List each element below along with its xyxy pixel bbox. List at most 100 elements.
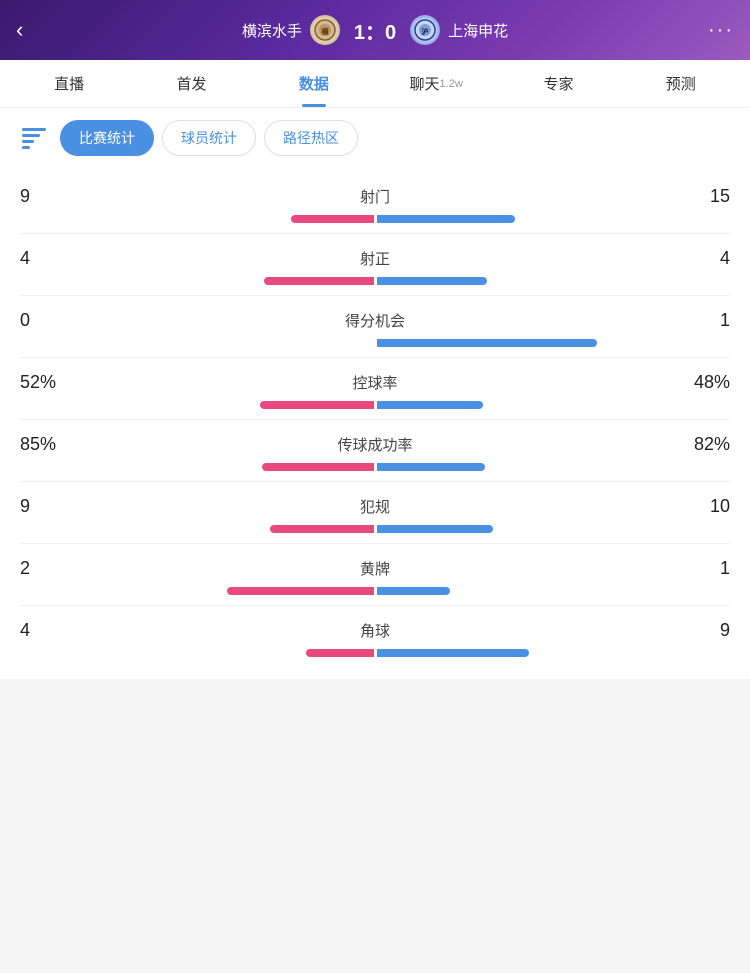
tab-stats[interactable]: 数据	[253, 60, 375, 107]
stat-header-3: 52% 控球率 48%	[20, 372, 730, 393]
bar-right-wrap-2	[377, 339, 731, 347]
bar-right-7	[377, 649, 529, 657]
stat-header-7: 4 角球 9	[20, 620, 730, 641]
filter-icon-btn[interactable]	[16, 120, 52, 156]
stat-left-val-5: 9	[20, 496, 70, 517]
stat-label-7: 角球	[360, 620, 390, 641]
stat-bars-4	[20, 463, 730, 471]
more-button[interactable]: ···	[702, 19, 734, 42]
bar-right-wrap-0	[377, 215, 731, 223]
svg-text:沪: 沪	[422, 27, 429, 36]
stat-header-4: 85% 传球成功率 82%	[20, 434, 730, 455]
chat-label: 聊天	[410, 73, 440, 94]
home-team-name: 横滨水手	[242, 20, 302, 41]
away-team-name: 上海申花	[448, 20, 508, 41]
filter-tabs: 比赛统计 球员统计 路径热区	[16, 120, 734, 156]
stat-header-2: 0 得分机会 1	[20, 310, 730, 331]
bar-right-4	[377, 463, 485, 471]
stat-row: 2 黄牌 1	[20, 544, 730, 606]
stat-right-val-0: 15	[680, 186, 730, 207]
home-team-logo: 横	[310, 15, 340, 45]
bar-left-6	[227, 587, 374, 595]
bar-right-0	[377, 215, 515, 223]
stat-right-val-5: 10	[680, 496, 730, 517]
bar-left-wrap-7	[20, 649, 374, 657]
bar-left-wrap-3	[20, 401, 374, 409]
stat-left-val-1: 4	[20, 248, 70, 269]
stat-bars-7	[20, 649, 730, 657]
bar-right-2	[377, 339, 597, 347]
stat-header-6: 2 黄牌 1	[20, 558, 730, 579]
tab-predict[interactable]: 预测	[620, 60, 742, 107]
stat-bars-0	[20, 215, 730, 223]
bar-left-wrap-4	[20, 463, 374, 471]
stat-label-1: 射正	[360, 248, 390, 269]
bar-left-7	[306, 649, 374, 657]
tab-expert[interactable]: 专家	[497, 60, 619, 107]
bar-right-1	[377, 277, 487, 285]
stat-left-val-7: 4	[20, 620, 70, 641]
tab-chat[interactable]: 聊天 1.2w	[375, 60, 497, 107]
bar-right-wrap-7	[377, 649, 731, 657]
stat-row: 4 角球 9	[20, 606, 730, 667]
filter-heatmap[interactable]: 路径热区	[264, 120, 358, 156]
stat-bars-2	[20, 339, 730, 347]
bar-left-3	[260, 401, 374, 409]
stat-left-val-0: 9	[20, 186, 70, 207]
content-area: 比赛统计 球员统计 路径热区 9 射门 15 4 射正 4	[0, 108, 750, 679]
bar-right-wrap-4	[377, 463, 731, 471]
bar-right-wrap-1	[377, 277, 731, 285]
stat-bars-1	[20, 277, 730, 285]
bar-left-4	[262, 463, 374, 471]
stat-left-val-4: 85%	[20, 434, 70, 455]
nav-tabs: 直播 首发 数据 聊天 1.2w 专家 预测	[0, 60, 750, 108]
away-team-logo: 沪	[410, 15, 440, 45]
bar-right-wrap-3	[377, 401, 731, 409]
stat-label-0: 射门	[360, 186, 390, 207]
stat-left-val-6: 2	[20, 558, 70, 579]
chat-count: 1.2w	[440, 78, 463, 90]
stat-bars-3	[20, 401, 730, 409]
stat-bars-5	[20, 525, 730, 533]
stat-bars-6	[20, 587, 730, 595]
stat-right-val-1: 4	[680, 248, 730, 269]
stat-right-val-6: 1	[680, 558, 730, 579]
bar-right-wrap-6	[377, 587, 731, 595]
bar-left-wrap-5	[20, 525, 374, 533]
stat-row: 9 射门 15	[20, 172, 730, 234]
bar-left-wrap-2	[20, 339, 374, 347]
stat-label-3: 控球率	[352, 372, 397, 393]
bar-right-6	[377, 587, 450, 595]
bar-left-wrap-1	[20, 277, 374, 285]
stat-label-4: 传球成功率	[337, 434, 412, 455]
stat-row: 52% 控球率 48%	[20, 358, 730, 420]
stat-header-0: 9 射门 15	[20, 186, 730, 207]
stat-header-1: 4 射正 4	[20, 248, 730, 269]
stat-label-6: 黄牌	[360, 558, 390, 579]
bar-right-3	[377, 401, 483, 409]
tab-live[interactable]: 直播	[8, 60, 130, 107]
match-score: 1：0	[348, 16, 402, 45]
bar-right-5	[377, 525, 493, 533]
match-info: 横滨水手 横 1：0 沪 上海申花	[48, 15, 702, 45]
stat-right-val-4: 82%	[680, 434, 730, 455]
stat-label-5: 犯规	[360, 496, 390, 517]
stat-right-val-7: 9	[680, 620, 730, 641]
stat-header-5: 9 犯规 10	[20, 496, 730, 517]
bar-left-5	[270, 525, 374, 533]
stat-row: 0 得分机会 1	[20, 296, 730, 358]
back-button[interactable]: ‹	[16, 17, 48, 43]
tab-lineup[interactable]: 首发	[130, 60, 252, 107]
filter-match-stats[interactable]: 比赛统计	[60, 120, 154, 156]
stat-right-val-3: 48%	[680, 372, 730, 393]
stat-right-val-2: 1	[680, 310, 730, 331]
bar-left-0	[291, 215, 374, 223]
stat-row: 9 犯规 10	[20, 482, 730, 544]
stat-label-2: 得分机会	[345, 310, 405, 331]
filter-player-stats[interactable]: 球员统计	[162, 120, 256, 156]
bar-left-wrap-0	[20, 215, 374, 223]
svg-text:横: 横	[321, 27, 328, 36]
stat-row: 85% 传球成功率 82%	[20, 420, 730, 482]
stat-row: 4 射正 4	[20, 234, 730, 296]
stat-left-val-3: 52%	[20, 372, 70, 393]
